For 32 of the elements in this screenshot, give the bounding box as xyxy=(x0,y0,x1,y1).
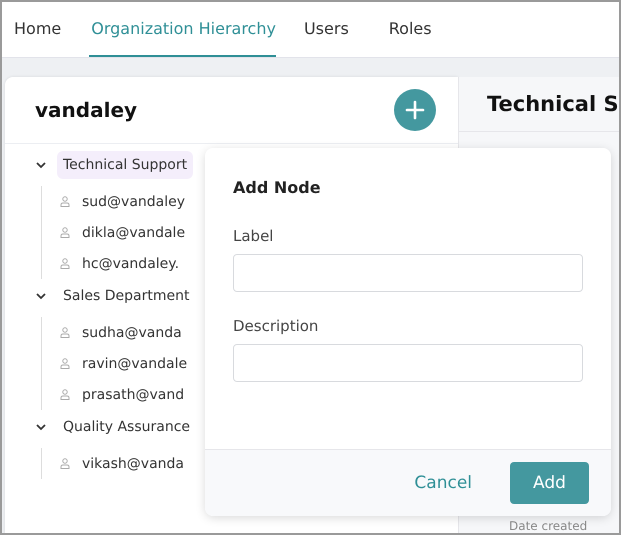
tree-item[interactable]: ravin@vandale xyxy=(82,356,188,372)
tree-item[interactable]: prasath@vand xyxy=(82,386,184,402)
nav-tab[interactable]: Users xyxy=(304,2,361,57)
user-icon xyxy=(60,227,70,238)
tree-item[interactable]: hc@vandaley. xyxy=(82,256,180,272)
field-label: Label xyxy=(233,227,274,245)
user-icon xyxy=(60,258,70,269)
user-icon xyxy=(60,327,70,338)
tree-node[interactable]: Quality Assurance xyxy=(57,413,196,441)
detail-title: Technical S xyxy=(487,92,619,116)
field-label: Description xyxy=(233,317,320,335)
user-icon xyxy=(60,358,70,369)
add-button[interactable] xyxy=(394,89,436,131)
user-icon xyxy=(60,458,70,469)
dialog-title: Add Node xyxy=(233,178,322,197)
tree-node[interactable]: Sales Department xyxy=(57,282,196,310)
tree-item[interactable]: sud@vandaley xyxy=(82,194,186,210)
nav-tab[interactable]: Organization Hierarchy xyxy=(89,2,276,57)
tree-item[interactable]: dikla@vandale xyxy=(82,224,186,240)
user-icon xyxy=(60,196,70,207)
nav-tab[interactable]: Roles xyxy=(388,2,444,57)
organization-title: vandaley xyxy=(35,98,138,122)
plus-icon xyxy=(405,100,425,120)
tree-item[interactable]: vikash@vanda xyxy=(82,456,184,472)
cancel-button[interactable]: Cancel xyxy=(408,472,478,494)
nav-tab[interactable]: Home xyxy=(14,2,62,57)
input-field[interactable] xyxy=(233,344,583,382)
field-label: Date created xyxy=(508,519,588,533)
tree-node[interactable]: Technical Support xyxy=(57,151,194,179)
tree-item[interactable]: sudha@vanda xyxy=(82,324,182,340)
input-field[interactable] xyxy=(233,254,583,292)
user-icon xyxy=(60,389,70,400)
